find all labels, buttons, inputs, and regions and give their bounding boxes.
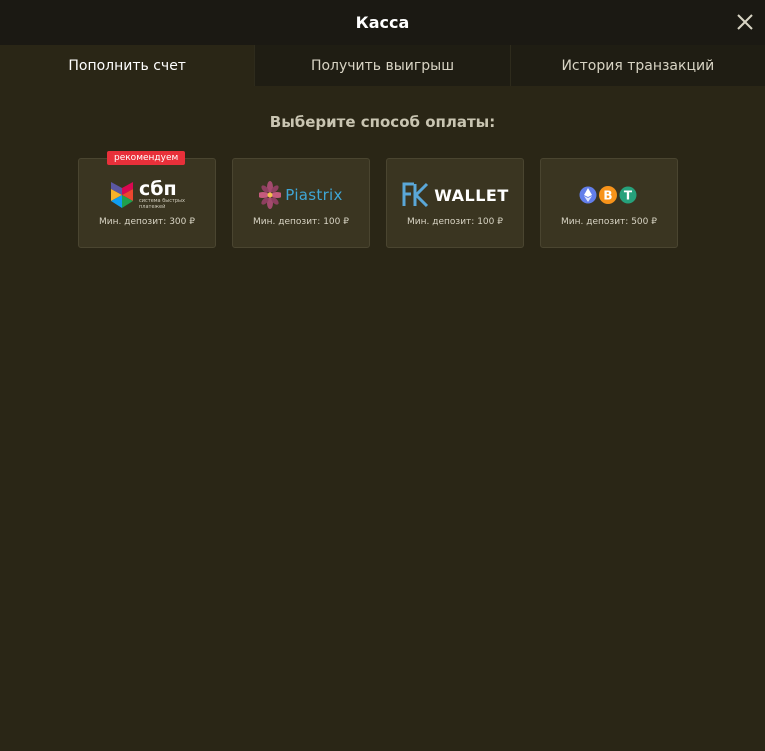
min-deposit-label: Мин. депозит: 500 ₽	[561, 217, 657, 227]
recommended-badge: рекомендуем	[107, 151, 186, 165]
min-deposit-label: Мин. депозит: 300 ₽	[99, 217, 195, 227]
payment-method-heading: Выберите способ оплаты:	[269, 113, 496, 131]
sbp-logo-text: сбп	[139, 178, 177, 200]
tab-withdraw[interactable]: Получить выигрыш	[254, 45, 509, 86]
payment-method-fk-wallet[interactable]: WALLET Мин. депозит: 100 ₽	[386, 158, 524, 248]
tab-deposit[interactable]: Пополнить счет	[0, 45, 255, 86]
payment-methods-list: рекомендуем сбп система быстрых платежей…	[78, 151, 678, 248]
fk-wallet-logo: WALLET	[387, 177, 523, 213]
crypto-logo: B T	[541, 177, 677, 213]
cashier-tabs: Пополнить счет Получить выигрыш История …	[0, 45, 765, 86]
close-icon[interactable]	[734, 11, 756, 33]
min-deposit-label: Мин. депозит: 100 ₽	[407, 217, 503, 227]
crypto-coins-icon: B T	[579, 186, 637, 204]
payment-method-crypto[interactable]: B T Мин. депозит: 500 ₽	[540, 158, 678, 248]
piastrix-flower-icon	[259, 181, 282, 209]
svg-text:T: T	[624, 189, 633, 203]
tab-transaction-history[interactable]: История транзакций	[509, 45, 765, 86]
modal-header: Касса	[0, 0, 765, 45]
payment-method-sbp[interactable]: рекомендуем сбп система быстрых платежей…	[78, 151, 216, 248]
sbp-logo: сбп система быстрых платежей	[79, 177, 215, 213]
fk-logo-icon	[402, 182, 429, 208]
sbp-logo-subtext-2: платежей	[139, 204, 166, 210]
payment-method-piastrix[interactable]: Piastrix Мин. депозит: 100 ₽	[232, 158, 370, 248]
min-deposit-label: Мин. депозит: 100 ₽	[253, 217, 349, 227]
fk-wallet-logo-text: WALLET	[434, 185, 509, 205]
piastrix-logo-text: Piastrix	[285, 186, 343, 204]
piastrix-logo: Piastrix	[233, 177, 369, 213]
modal-title: Касса	[355, 13, 410, 32]
sbp-logo-icon	[111, 182, 134, 208]
svg-text:B: B	[603, 189, 612, 203]
